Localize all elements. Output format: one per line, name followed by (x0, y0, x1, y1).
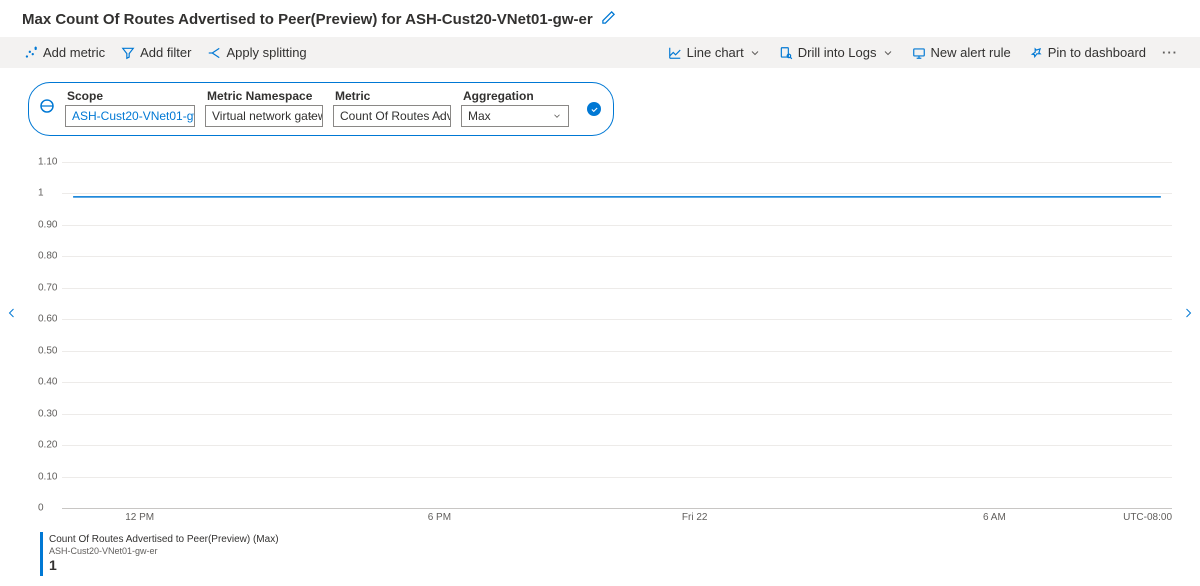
more-options-button[interactable]: ··· (1162, 45, 1178, 60)
y-tick: 0.60 (38, 314, 57, 325)
chart-x-axis: UTC-08:00 12 PM 6 PM Fri 22 6 AM (62, 512, 1172, 526)
scope-label: Scope (65, 89, 195, 103)
metric-selector[interactable]: Count Of Routes Advert... (333, 105, 451, 127)
x-tick: 6 AM (983, 512, 1006, 523)
y-tick: 0.50 (38, 345, 57, 356)
y-tick: 0 (38, 503, 44, 514)
y-tick: 0.70 (38, 282, 57, 293)
apply-splitting-button[interactable]: Apply splitting (205, 41, 308, 64)
next-chart-button[interactable] (1178, 300, 1198, 331)
page-title: Max Count Of Routes Advertised to Peer(P… (22, 11, 593, 28)
x-tick: 6 PM (428, 512, 451, 523)
timezone-label: UTC-08:00 (1123, 512, 1172, 523)
y-tick: 0.90 (38, 219, 57, 230)
toolbar: Add metric Add filter Apply splitting Li… (0, 37, 1200, 68)
x-tick: 12 PM (125, 512, 154, 523)
add-metric-button[interactable]: Add metric (22, 41, 107, 64)
y-tick: 0.20 (38, 440, 57, 451)
add-filter-button[interactable]: Add filter (119, 41, 193, 64)
line-chart[interactable]: 1.1010.900.800.700.600.500.400.300.200.1… (38, 162, 1172, 508)
chart-type-dropdown[interactable]: Line chart (666, 41, 763, 64)
edit-icon[interactable] (601, 10, 616, 29)
y-tick: 1.10 (38, 157, 57, 168)
metric-selector-pill: Scope ASH-Cust20-VNet01-gw-er Metric Nam… (28, 82, 614, 136)
new-alert-rule-button[interactable]: New alert rule (910, 41, 1013, 64)
y-tick: 1 (38, 188, 44, 199)
namespace-label: Metric Namespace (205, 89, 323, 103)
aggregation-selector[interactable]: Max (461, 105, 569, 127)
legend-value: 1 (49, 557, 1172, 574)
metric-label: Metric (333, 89, 451, 103)
x-tick: Fri 22 (682, 512, 708, 523)
resource-icon (39, 98, 55, 117)
scope-selector[interactable]: ASH-Cust20-VNet01-gw-er (65, 105, 195, 127)
aggregation-label: Aggregation (461, 89, 569, 103)
namespace-selector[interactable]: Virtual network gatewa... (205, 105, 323, 127)
previous-chart-button[interactable] (2, 300, 22, 331)
y-tick: 0.40 (38, 377, 57, 388)
y-tick: 0.30 (38, 408, 57, 419)
y-tick: 0.80 (38, 251, 57, 262)
drill-into-logs-button[interactable]: Drill into Logs (777, 41, 896, 64)
pin-to-dashboard-button[interactable]: Pin to dashboard (1027, 41, 1148, 64)
y-tick: 0.10 (38, 471, 57, 482)
apply-check-icon[interactable] (587, 102, 601, 116)
